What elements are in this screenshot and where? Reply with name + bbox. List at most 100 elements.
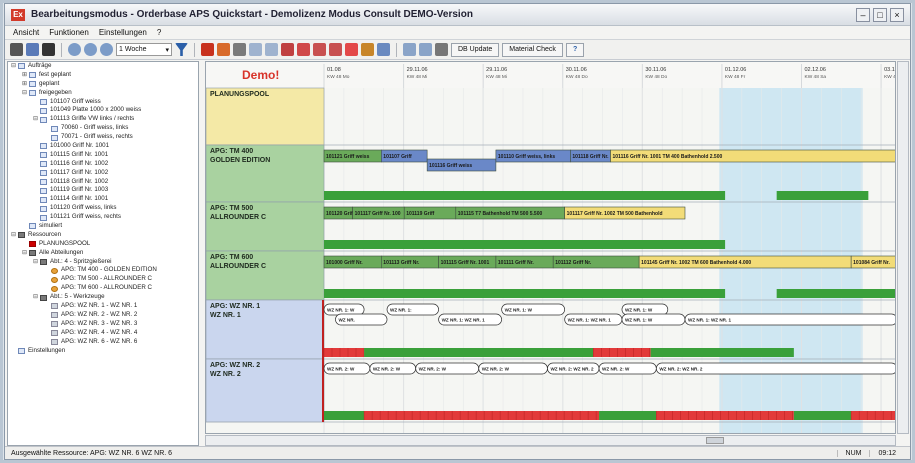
- tree-item[interactable]: PLANUNGSPOOL: [8, 240, 198, 249]
- tree-item[interactable]: 101116 Griff Nr. 1002: [8, 160, 198, 169]
- unlock-icon[interactable]: [329, 43, 342, 56]
- move-icon[interactable]: [217, 43, 230, 56]
- maximize-icon[interactable]: □: [873, 7, 887, 22]
- tree-item[interactable]: ⊟ Ressourcen: [8, 231, 198, 240]
- tree-item[interactable]: 101118 Griff Nr. 1002: [8, 178, 198, 187]
- save-icon[interactable]: [42, 43, 55, 56]
- tree-item[interactable]: simuliert: [8, 222, 198, 231]
- capacity-bar: [656, 411, 794, 420]
- material-check-button[interactable]: Material Check: [502, 42, 563, 57]
- tree-item-label: Abt.: 5 - Werkzeuge: [50, 293, 105, 301]
- tree-item[interactable]: 101115 Griff Nr. 1001: [8, 151, 198, 160]
- tree-item[interactable]: 101000 Griff Nr. 1001: [8, 142, 198, 151]
- expand-toggle-icon[interactable]: ⊟: [22, 89, 29, 98]
- filter-icon[interactable]: [175, 43, 188, 56]
- expand-toggle-icon[interactable]: ⊟: [22, 249, 29, 258]
- time-range-select[interactable]: 1 Woche ▾: [116, 43, 172, 56]
- menu-help[interactable]: ?: [157, 28, 161, 37]
- menu-ansicht[interactable]: Ansicht: [13, 28, 39, 37]
- settings-icon[interactable]: [419, 43, 432, 56]
- alert-icon[interactable]: [345, 43, 358, 56]
- tree-item[interactable]: 101107 Griff weiss: [8, 98, 198, 107]
- table-icon[interactable]: [435, 43, 448, 56]
- horizontal-scrollbar[interactable]: [205, 435, 896, 446]
- tree-item[interactable]: APG: WZ NR. 6 - WZ NR. 6: [8, 338, 198, 347]
- tree-item[interactable]: 101121 Griff weiss, rechts: [8, 213, 198, 222]
- zoom-fit-icon[interactable]: [100, 43, 113, 56]
- tree-item[interactable]: 70071 - Griff weiss, rechts: [8, 133, 198, 142]
- date-label: 29.11.06: [486, 67, 507, 73]
- task-label: 101117 Griff Nr. 1002 TM 500 Bathenhold: [567, 211, 663, 217]
- lock-icon[interactable]: [313, 43, 326, 56]
- window-icon[interactable]: [403, 43, 416, 56]
- tree-item[interactable]: APG: WZ NR. 2 - WZ NR. 2: [8, 311, 198, 320]
- tree-item[interactable]: ⊞ geplant: [8, 80, 198, 89]
- vertical-scrollbar[interactable]: [897, 61, 909, 434]
- close-icon[interactable]: ×: [890, 7, 904, 22]
- schedule-icon[interactable]: [201, 43, 214, 56]
- task-label: 101121 Griff weiss: [326, 154, 370, 160]
- tree-item[interactable]: ⊟ Abt.: 4 - Spritzgießerei: [8, 258, 198, 267]
- expand-toggle-icon[interactable]: ⊟: [33, 258, 40, 267]
- expand-toggle-icon[interactable]: ⊟: [11, 62, 18, 71]
- date-sub-label: KW 48 Fr: [725, 74, 746, 80]
- tree-item[interactable]: ⊞ fest geplant: [8, 71, 198, 80]
- menu-einstellungen[interactable]: Einstellungen: [99, 28, 147, 37]
- calendar-icon[interactable]: [297, 43, 310, 56]
- list-icon[interactable]: [377, 43, 390, 56]
- tree-item[interactable]: ⊟ Abt.: 5 - Werkzeuge: [8, 293, 198, 302]
- expand-toggle-icon[interactable]: ⊟: [33, 293, 40, 302]
- tree-item[interactable]: ⊟ freigegeben: [8, 89, 198, 98]
- print-icon[interactable]: [10, 43, 23, 56]
- tree-item[interactable]: APG: TM 600 - ALLROUNDER C: [8, 284, 198, 293]
- cut-icon[interactable]: [233, 43, 246, 56]
- minimize-icon[interactable]: –: [856, 7, 870, 22]
- tree-item[interactable]: 101120 Griff weiss, links: [8, 204, 198, 213]
- tree-item[interactable]: Einstellungen: [8, 347, 198, 356]
- tree-item[interactable]: 101049 Platte 1000 x 2000 weiss: [8, 106, 198, 115]
- tree-item[interactable]: APG: TM 400 - GOLDEN EDITION: [8, 266, 198, 275]
- expand-toggle-icon[interactable]: ⊟: [11, 231, 18, 240]
- resource-name: PLANUNGSPOOL: [210, 91, 270, 98]
- tree-item[interactable]: 101114 Griff Nr. 1001: [8, 195, 198, 204]
- tree-item[interactable]: 101119 Griff Nr. 1003: [8, 186, 198, 195]
- scroll-thumb[interactable]: [706, 437, 724, 444]
- resource-name: APG: TM 500: [210, 205, 253, 212]
- help-button[interactable]: ?: [565, 42, 585, 57]
- task-label: 101113 Griff Nr.: [383, 260, 420, 266]
- tree-item[interactable]: APG: WZ NR. 1 - WZ NR. 1: [8, 302, 198, 311]
- capacity-bar: [364, 348, 594, 357]
- tool-label: WZ NR. 1: WZ NR. 1: [688, 318, 732, 323]
- expand-toggle-icon[interactable]: ⊟: [33, 115, 40, 124]
- menu-funktionen[interactable]: Funktionen: [49, 28, 89, 37]
- tree-item-label: Alle Abteilungen: [39, 248, 84, 256]
- tree-item[interactable]: APG: WZ NR. 3 - WZ NR. 3: [8, 320, 198, 329]
- tree-item[interactable]: ⊟ Alle Abteilungen: [8, 249, 198, 258]
- zoom-in-icon[interactable]: [68, 43, 81, 56]
- db-update-button[interactable]: DB Update: [451, 42, 500, 57]
- document-icon: [40, 152, 47, 159]
- tree-item[interactable]: 70060 - Griff weiss, links: [8, 124, 198, 133]
- date-sub-label: KW 48 Do: [645, 74, 667, 80]
- tree-item-label: 101114 Griff Nr. 1001: [50, 195, 109, 203]
- tree-item[interactable]: ⊟ 101113 Griffe VW links / rechts: [8, 115, 198, 124]
- machine-icon: [51, 285, 58, 292]
- tree-item[interactable]: ⊟ Aufträge: [8, 62, 198, 71]
- tree-item[interactable]: APG: TM 500 - ALLROUNDER C: [8, 275, 198, 284]
- tree-item-label: 101113 Griffe VW links / rechts: [50, 115, 135, 123]
- tree-item[interactable]: 101117 Griff Nr. 1002: [8, 169, 198, 178]
- date-sub-label: KW 48 Do: [566, 74, 588, 80]
- copy-icon[interactable]: [249, 43, 262, 56]
- gantt-chart: Demo! 01.08 KW 48 Mo 29.11.06 KW 48 Mi 29.11.…: [205, 61, 896, 434]
- expand-toggle-icon[interactable]: ⊞: [22, 71, 29, 80]
- tool-icon[interactable]: [361, 43, 374, 56]
- split-icon[interactable]: [281, 43, 294, 56]
- tree-item-label: 101117 Griff Nr. 1002: [50, 168, 109, 176]
- paste-icon[interactable]: [265, 43, 278, 56]
- task-label: 101116 Griff weiss: [429, 163, 472, 169]
- folder-icon: [29, 250, 36, 257]
- expand-toggle-icon[interactable]: ⊞: [22, 80, 29, 89]
- tree-item[interactable]: APG: WZ NR. 4 - WZ NR. 4: [8, 329, 198, 338]
- zoom-out-icon[interactable]: [84, 43, 97, 56]
- preview-icon[interactable]: [26, 43, 39, 56]
